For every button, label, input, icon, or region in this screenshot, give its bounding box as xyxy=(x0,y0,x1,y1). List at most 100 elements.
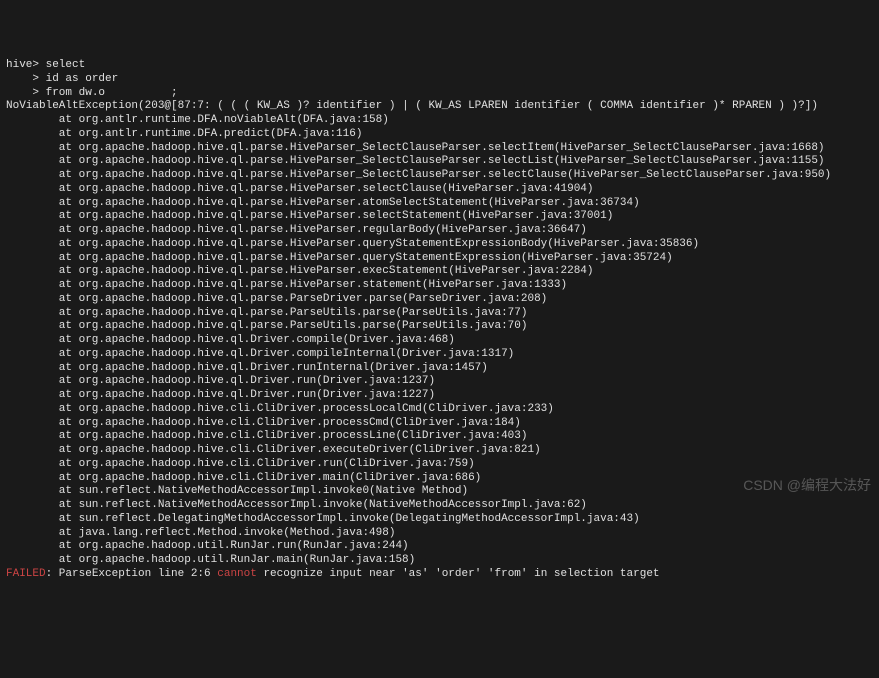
stack-frame: at org.apache.hadoop.hive.ql.Driver.comp… xyxy=(6,334,873,348)
stack-frame: at org.apache.hadoop.hive.ql.Driver.runI… xyxy=(6,362,873,376)
trace-location: org.apache.hadoop.hive.ql.parse.ParseUti… xyxy=(79,307,528,319)
trace-location: org.apache.hadoop.hive.ql.Driver.compile… xyxy=(79,334,455,346)
stack-frame: at org.apache.hadoop.hive.cli.CliDriver.… xyxy=(6,444,873,458)
stack-frame: at org.apache.hadoop.hive.ql.parse.HiveP… xyxy=(6,155,873,169)
trace-location: java.lang.reflect.Method.invoke(Method.j… xyxy=(79,527,396,539)
stack-frame: at org.apache.hadoop.hive.ql.parse.HiveP… xyxy=(6,169,873,183)
trace-at: at xyxy=(59,142,79,154)
stack-frame: at org.antlr.runtime.DFA.noViableAlt(DFA… xyxy=(6,114,873,128)
trace-at: at xyxy=(59,224,79,236)
trace-at: at xyxy=(59,513,79,525)
stack-frame: at sun.reflect.NativeMethodAccessorImpl.… xyxy=(6,485,873,499)
stack-frame: at org.apache.hadoop.hive.ql.Driver.run(… xyxy=(6,375,873,389)
trace-location: org.apache.hadoop.hive.ql.parse.ParseUti… xyxy=(79,320,528,332)
prompt-continuation: > xyxy=(6,87,46,99)
trace-at: at xyxy=(59,114,79,126)
trace-at: at xyxy=(59,403,79,415)
exception-header: NoViableAltException(203@[87:7: ( ( ( KW… xyxy=(6,100,873,114)
failed-line: FAILED: ParseException line 2:6 cannot r… xyxy=(6,568,873,582)
stack-frame: at org.apache.hadoop.hive.ql.parse.Parse… xyxy=(6,307,873,321)
trace-at: at xyxy=(59,307,79,319)
trace-location: org.apache.hadoop.hive.cli.CliDriver.pro… xyxy=(79,417,521,429)
stack-frame: at org.apache.hadoop.hive.ql.parse.HiveP… xyxy=(6,224,873,238)
trace-location: sun.reflect.NativeMethodAccessorImpl.inv… xyxy=(79,499,587,511)
stack-frame: at org.apache.hadoop.hive.ql.Driver.comp… xyxy=(6,348,873,362)
stack-frame: at org.apache.hadoop.hive.cli.CliDriver.… xyxy=(6,403,873,417)
failed-sep: : ParseException line 2:6 xyxy=(46,568,218,580)
stack-frame: at org.apache.hadoop.hive.ql.parse.HiveP… xyxy=(6,197,873,211)
trace-at: at xyxy=(59,169,79,181)
stack-frame: at org.apache.hadoop.hive.ql.parse.HiveP… xyxy=(6,210,873,224)
trace-at: at xyxy=(59,499,79,511)
trace-location: org.apache.hadoop.hive.ql.parse.HivePars… xyxy=(79,197,640,209)
trace-location: org.apache.hadoop.hive.cli.CliDriver.pro… xyxy=(79,430,528,442)
failed-rest: recognize input near 'as' 'order' 'from'… xyxy=(257,568,660,580)
trace-location: org.apache.hadoop.hive.ql.parse.HivePars… xyxy=(79,224,587,236)
trace-at: at xyxy=(59,252,79,264)
trace-location: org.apache.hadoop.util.RunJar.main(RunJa… xyxy=(79,554,416,566)
trace-at: at xyxy=(59,210,79,222)
failed-tag: FAILED xyxy=(6,568,46,580)
trace-location: org.apache.hadoop.hive.ql.parse.HivePars… xyxy=(79,210,614,222)
trace-location: org.apache.hadoop.hive.cli.CliDriver.exe… xyxy=(79,444,541,456)
trace-at: at xyxy=(59,279,79,291)
trace-location: org.apache.hadoop.hive.ql.Driver.run(Dri… xyxy=(79,375,435,387)
trace-at: at xyxy=(59,265,79,277)
failed-cannot: cannot xyxy=(217,568,257,580)
trace-at: at xyxy=(59,197,79,209)
stack-frame: at org.apache.hadoop.hive.ql.parse.HiveP… xyxy=(6,252,873,266)
stack-frame: at org.apache.hadoop.hive.ql.Driver.run(… xyxy=(6,389,873,403)
stack-frame: at org.apache.hadoop.hive.cli.CliDriver.… xyxy=(6,472,873,486)
trace-at: at xyxy=(59,155,79,167)
hive-prompt-line-3: > from dw.o ; xyxy=(6,87,873,101)
trace-location: org.apache.hadoop.hive.ql.parse.HivePars… xyxy=(79,155,825,167)
trace-at: at xyxy=(59,128,79,140)
trace-location: org.apache.hadoop.hive.ql.Driver.runInte… xyxy=(79,362,488,374)
trace-at: at xyxy=(59,430,79,442)
trace-at: at xyxy=(59,389,79,401)
stack-frame: at org.apache.hadoop.hive.ql.parse.HiveP… xyxy=(6,183,873,197)
trace-location: org.apache.hadoop.hive.ql.parse.HivePars… xyxy=(79,252,673,264)
stack-frame: at java.lang.reflect.Method.invoke(Metho… xyxy=(6,527,873,541)
trace-location: org.antlr.runtime.DFA.noViableAlt(DFA.ja… xyxy=(79,114,389,126)
trace-location: org.apache.hadoop.hive.ql.parse.HivePars… xyxy=(79,238,700,250)
stack-frame: at org.apache.hadoop.hive.ql.parse.HiveP… xyxy=(6,142,873,156)
trace-location: org.apache.hadoop.hive.ql.parse.HivePars… xyxy=(79,142,825,154)
stack-frame: at org.apache.hadoop.hive.ql.parse.HiveP… xyxy=(6,238,873,252)
trace-location: org.apache.hadoop.hive.ql.parse.HivePars… xyxy=(79,279,567,291)
trace-at: at xyxy=(59,472,79,484)
sql-id-as-order: id as order xyxy=(46,73,119,85)
sql-terminator: ; xyxy=(105,87,178,99)
trace-at: at xyxy=(59,458,79,470)
hive-prompt-line-1: hive> select xyxy=(6,59,873,73)
trace-at: at xyxy=(59,444,79,456)
hive-prompt-line-2: > id as order xyxy=(6,73,873,87)
stack-frame: at org.apache.hadoop.hive.cli.CliDriver.… xyxy=(6,417,873,431)
trace-at: at xyxy=(59,527,79,539)
trace-location: org.apache.hadoop.hive.ql.Driver.run(Dri… xyxy=(79,389,435,401)
prompt-prefix: hive> xyxy=(6,59,46,71)
trace-location: org.apache.hadoop.hive.cli.CliDriver.mai… xyxy=(79,472,482,484)
trace-location: sun.reflect.NativeMethodAccessorImpl.inv… xyxy=(79,485,468,497)
trace-location: org.apache.hadoop.hive.ql.Driver.compile… xyxy=(79,348,515,360)
trace-at: at xyxy=(59,362,79,374)
sql-from-clause: from dw.o xyxy=(46,87,105,99)
trace-location: sun.reflect.DelegatingMethodAccessorImpl… xyxy=(79,513,640,525)
trace-at: at xyxy=(59,293,79,305)
trace-location: org.apache.hadoop.hive.ql.parse.ParseDri… xyxy=(79,293,548,305)
stack-frame: at org.apache.hadoop.hive.ql.parse.HiveP… xyxy=(6,279,873,293)
trace-location: org.antlr.runtime.DFA.predict(DFA.java:1… xyxy=(79,128,363,140)
trace-at: at xyxy=(59,238,79,250)
trace-location: org.apache.hadoop.hive.ql.parse.HivePars… xyxy=(79,183,594,195)
sql-select: select xyxy=(46,59,86,71)
trace-at: at xyxy=(59,320,79,332)
trace-at: at xyxy=(59,375,79,387)
stack-frame: at org.apache.hadoop.util.RunJar.main(Ru… xyxy=(6,554,873,568)
terminal-output[interactable]: hive> select > id as order > from dw.o ;… xyxy=(6,59,873,582)
stack-frame: at org.apache.hadoop.hive.ql.parse.HiveP… xyxy=(6,265,873,279)
prompt-continuation: > xyxy=(6,73,46,85)
stack-frame: at sun.reflect.DelegatingMethodAccessorI… xyxy=(6,513,873,527)
stack-frame: at org.apache.hadoop.util.RunJar.run(Run… xyxy=(6,540,873,554)
stack-frame: at org.apache.hadoop.hive.ql.parse.Parse… xyxy=(6,320,873,334)
trace-location: org.apache.hadoop.util.RunJar.run(RunJar… xyxy=(79,540,409,552)
